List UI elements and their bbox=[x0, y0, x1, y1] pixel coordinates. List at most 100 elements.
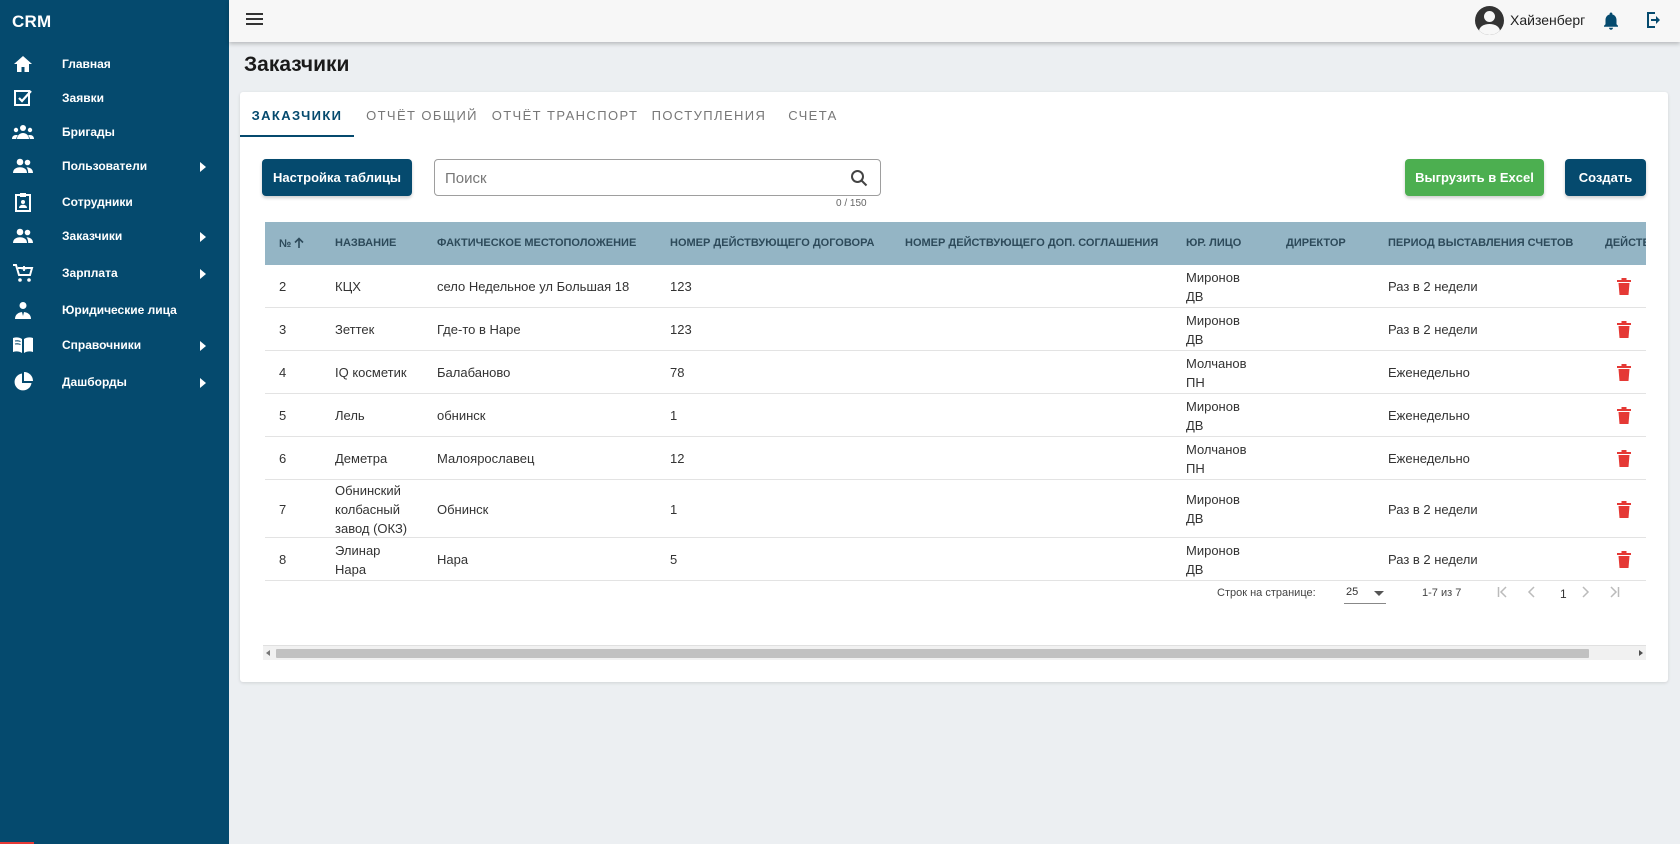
sidebar-item-label: Пользователи bbox=[62, 159, 148, 173]
customer-location: Балабаново bbox=[437, 363, 510, 382]
logout-icon[interactable] bbox=[1644, 10, 1664, 30]
table-row[interactable]: 2 КЦХ село Недельное ул Большая 18 123 Мирон… bbox=[265, 265, 1646, 308]
delete-icon[interactable] bbox=[1617, 364, 1631, 381]
delete-icon[interactable] bbox=[1617, 501, 1631, 518]
sidebar-item-9[interactable]: Справочники bbox=[0, 327, 229, 363]
person-tie-icon bbox=[12, 300, 34, 320]
table-settings-button[interactable]: Настройка таблицы bbox=[262, 159, 412, 196]
row-number: 8 bbox=[279, 550, 286, 569]
delete-icon[interactable] bbox=[1617, 278, 1631, 295]
search-input[interactable] bbox=[445, 168, 825, 188]
scrollbar-thumb[interactable] bbox=[276, 649, 1589, 658]
next-page-icon[interactable] bbox=[1577, 584, 1593, 600]
row-number: 7 bbox=[279, 500, 286, 519]
sidebar-item-3[interactable]: Бригады bbox=[0, 114, 229, 150]
current-page[interactable]: 1 bbox=[1560, 587, 1567, 601]
tab-3[interactable]: ОТЧЁТ ТРАНСПОРТ bbox=[490, 92, 640, 137]
sort-arrow-up-icon[interactable] bbox=[294, 237, 304, 248]
brand-logo[interactable]: CRM bbox=[0, 0, 229, 42]
tab-2[interactable]: ОТЧЁТ ОБЩИЙ bbox=[362, 92, 482, 137]
billing-period: Раз в 2 недели bbox=[1388, 550, 1478, 569]
row-number-line: 4 bbox=[279, 365, 287, 380]
contract-number-line: 123 bbox=[670, 322, 692, 337]
table-row[interactable]: 5 Лель обнинск 1 Миронов ДВ Еженедельно bbox=[265, 394, 1646, 437]
legal-entity-line: ПН bbox=[1186, 461, 1205, 476]
sidebar-item-label: Дашборды bbox=[62, 375, 127, 389]
user-name[interactable]: Хайзенберг bbox=[1510, 12, 1585, 28]
sidebar-item-2[interactable]: Заявки bbox=[0, 80, 229, 116]
contract-number: 78 bbox=[670, 363, 684, 382]
customer-name: Обнинский колбасный завод (ОКЗ) bbox=[335, 481, 407, 538]
billing-period-line: Раз в 2 недели bbox=[1388, 502, 1478, 517]
column-header-label: ДЕЙСТВ bbox=[1605, 237, 1646, 249]
row-number: 3 bbox=[279, 320, 286, 339]
customer-location: обнинск bbox=[437, 406, 485, 425]
column-header-label: НАЗВАНИЕ bbox=[335, 237, 397, 249]
legal-entity-line: Миронов bbox=[1186, 543, 1240, 558]
first-page-icon[interactable] bbox=[1495, 584, 1511, 600]
tab-1[interactable]: ЗАКАЗЧИКИ bbox=[240, 92, 354, 137]
scroll-right-icon[interactable] bbox=[1639, 650, 1643, 656]
customer-name: IQ косметик bbox=[335, 363, 407, 382]
sidebar-item-4[interactable]: Пользователи bbox=[0, 148, 229, 184]
sidebar-item-5[interactable]: Сотрудники bbox=[0, 184, 229, 220]
column-header-5[interactable]: НОМЕР ДЕЙСТВУЮЩЕГО ДОП. СОГЛАШЕНИЯ bbox=[905, 237, 1158, 249]
sidebar-item-6[interactable]: Заказчики bbox=[0, 218, 229, 254]
tab-5[interactable]: СЧЕТА bbox=[777, 92, 849, 137]
column-header-4[interactable]: НОМЕР ДЕЙСТВУЮЩЕГО ДОГОВОРА bbox=[670, 237, 874, 249]
customer-name-line: Нара bbox=[335, 562, 367, 577]
scroll-left-icon[interactable] bbox=[266, 650, 270, 656]
search-icon[interactable] bbox=[850, 169, 868, 187]
menu-toggle-icon[interactable] bbox=[246, 13, 263, 27]
sidebar: CRM Главная Заявки Бригады Пользователи Сотр… bbox=[0, 0, 229, 844]
sidebar-item-label: Юридические лица bbox=[62, 303, 177, 317]
search-field[interactable] bbox=[434, 159, 881, 196]
delete-icon[interactable] bbox=[1617, 321, 1631, 338]
sidebar-item-1[interactable]: Главная bbox=[0, 46, 229, 82]
people-icon bbox=[12, 226, 34, 246]
delete-icon[interactable] bbox=[1617, 407, 1631, 424]
column-header-8[interactable]: ПЕРИОД ВЫСТАВЛЕНИЯ СЧЕТОВ bbox=[1388, 237, 1573, 249]
column-header-1[interactable]: № bbox=[279, 237, 304, 250]
sidebar-item-label: Справочники bbox=[62, 338, 142, 352]
customer-location-line: Где-то в Наре bbox=[437, 322, 521, 337]
prev-page-icon[interactable] bbox=[1524, 584, 1540, 600]
sidebar-item-10[interactable]: Дашборды bbox=[0, 364, 229, 400]
sidebar-item-label: Заявки bbox=[62, 91, 104, 105]
create-button[interactable]: Создать bbox=[1565, 159, 1646, 196]
tab-4[interactable]: ПОСТУПЛЕНИЯ bbox=[648, 92, 770, 137]
rows-per-page-select[interactable]: 25 bbox=[1344, 580, 1386, 604]
export-excel-button[interactable]: Выгрузить в Excel bbox=[1405, 159, 1544, 196]
legal-entity: Миронов ДВ bbox=[1186, 490, 1240, 528]
sidebar-item-8[interactable]: Юридические лица bbox=[0, 292, 229, 328]
customer-name: Зеттек bbox=[335, 320, 374, 339]
last-page-icon[interactable] bbox=[1606, 584, 1622, 600]
column-header-3[interactable]: ФАКТИЧЕСКОЕ МЕСТОПОЛОЖЕНИЕ bbox=[437, 237, 636, 249]
contract-number-line: 78 bbox=[670, 365, 685, 380]
column-header-7[interactable]: ДИРЕКТОР bbox=[1286, 237, 1346, 249]
row-number-line: 5 bbox=[279, 408, 287, 423]
cart-icon bbox=[12, 263, 34, 283]
table-row[interactable]: 8 Элинар Нара Нара 5 Миронов ДВ Раз в 2 недели bbox=[265, 538, 1646, 581]
column-header-9[interactable]: ДЕЙСТВ bbox=[1605, 237, 1646, 249]
table-row[interactable]: 6 Деметра Малоярославец 12 Молчанов ПН Еженеде… bbox=[265, 437, 1646, 480]
horizontal-scrollbar[interactable] bbox=[263, 645, 1646, 660]
chevron-right-icon bbox=[200, 162, 206, 172]
rows-per-page-label: Строк на странице: bbox=[1217, 587, 1316, 599]
table-row[interactable]: 7 Обнинский колбасный завод (ОКЗ) Обнинск 1 Ми… bbox=[265, 480, 1646, 538]
delete-icon[interactable] bbox=[1617, 450, 1631, 467]
billing-period-line: Раз в 2 недели bbox=[1388, 279, 1478, 294]
contract-number: 12 bbox=[670, 449, 684, 468]
legal-entity-line: ДВ bbox=[1186, 511, 1204, 526]
notification-bell-icon[interactable] bbox=[1602, 11, 1620, 31]
column-header-2[interactable]: НАЗВАНИЕ bbox=[335, 237, 396, 249]
column-header-label: НОМЕР ДЕЙСТВУЮЩЕГО ДОГОВОРА bbox=[670, 237, 875, 249]
table-row[interactable]: 4 IQ косметик Балабаново 78 Молчанов ПН Еженед… bbox=[265, 351, 1646, 394]
delete-icon[interactable] bbox=[1617, 551, 1631, 568]
sidebar-item-7[interactable]: Зарплата bbox=[0, 255, 229, 291]
avatar-icon[interactable] bbox=[1475, 6, 1504, 35]
book-icon bbox=[12, 335, 34, 355]
column-header-6[interactable]: ЮР. ЛИЦО bbox=[1186, 237, 1241, 249]
row-number: 5 bbox=[279, 406, 286, 425]
table-row[interactable]: 3 Зеттек Где-то в Наре 123 Миронов ДВ Раз в 2 … bbox=[265, 308, 1646, 351]
